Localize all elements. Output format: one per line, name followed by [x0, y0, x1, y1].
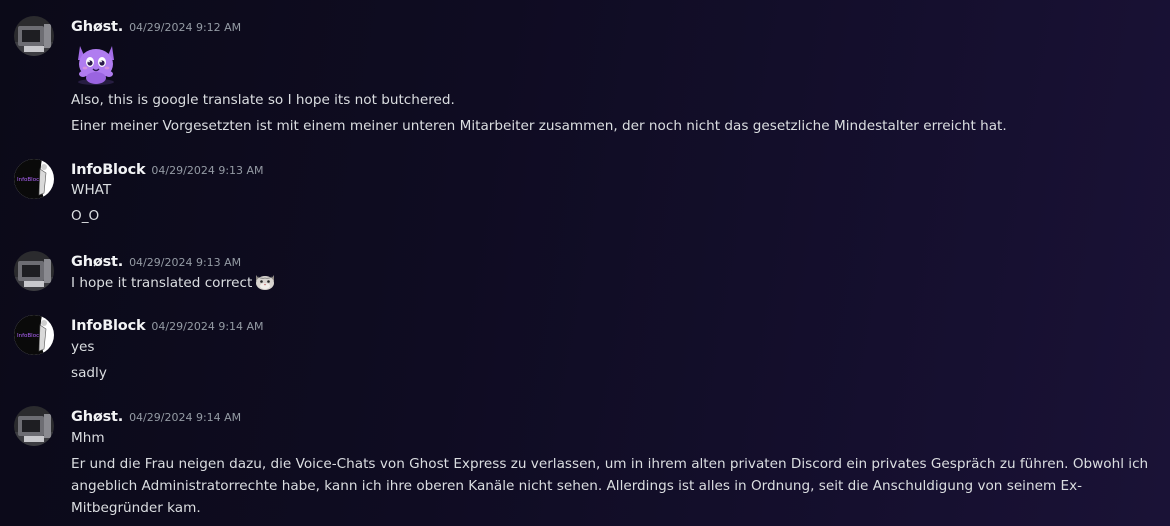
avatar[interactable] — [14, 406, 54, 446]
timestamp: 04/29/2024 9:13 AM — [151, 164, 264, 177]
message-text: WHAT — [71, 182, 112, 198]
username[interactable]: Ghøst. — [71, 409, 123, 425]
avatar[interactable] — [14, 16, 54, 56]
avatar[interactable] — [14, 251, 54, 291]
timestamp: 04/29/2024 9:14 AM — [129, 411, 242, 424]
message-text: yes — [71, 339, 95, 355]
purple-cat-emoji-icon[interactable] — [71, 38, 121, 86]
message-text: I hope it translated correct — [71, 271, 276, 294]
timestamp: 04/29/2024 9:12 AM — [129, 21, 242, 34]
message-text: sadly — [71, 365, 107, 381]
message-header: Ghøst. 04/29/2024 9:14 AM — [71, 406, 241, 426]
message-text: Er und die Frau neigen dazu, die Voice-C… — [71, 456, 1149, 516]
timestamp: 04/29/2024 9:14 AM — [151, 320, 264, 333]
message-text: Mhm — [71, 430, 105, 446]
message-header: Ghøst. 04/29/2024 9:13 AM — [71, 251, 241, 271]
message-header: Ghøst. 04/29/2024 9:12 AM — [71, 16, 241, 36]
username[interactable]: Ghøst. — [71, 254, 123, 270]
avatar-label: InfoBlock — [17, 177, 43, 183]
timestamp: 04/29/2024 9:13 AM — [129, 256, 242, 269]
avatar[interactable]: InfoBlock — [14, 315, 54, 355]
message-text: Also, this is google translate so I hope… — [71, 92, 455, 108]
message-text-content: I hope it translated correct — [71, 275, 253, 291]
username[interactable]: Ghøst. — [71, 19, 123, 35]
avatar[interactable]: InfoBlock — [14, 159, 54, 199]
message-header: InfoBlock 04/29/2024 9:14 AM — [71, 315, 264, 335]
avatar-label: InfoBlock — [17, 333, 43, 339]
username[interactable]: InfoBlock — [71, 162, 146, 178]
message-text: Einer meiner Vorgesetzten ist mit einem … — [71, 118, 1007, 134]
message-text: O_O — [71, 208, 100, 224]
cat-emoji-icon[interactable] — [254, 271, 276, 291]
username[interactable]: InfoBlock — [71, 318, 146, 334]
message-header: InfoBlock 04/29/2024 9:13 AM — [71, 159, 264, 179]
